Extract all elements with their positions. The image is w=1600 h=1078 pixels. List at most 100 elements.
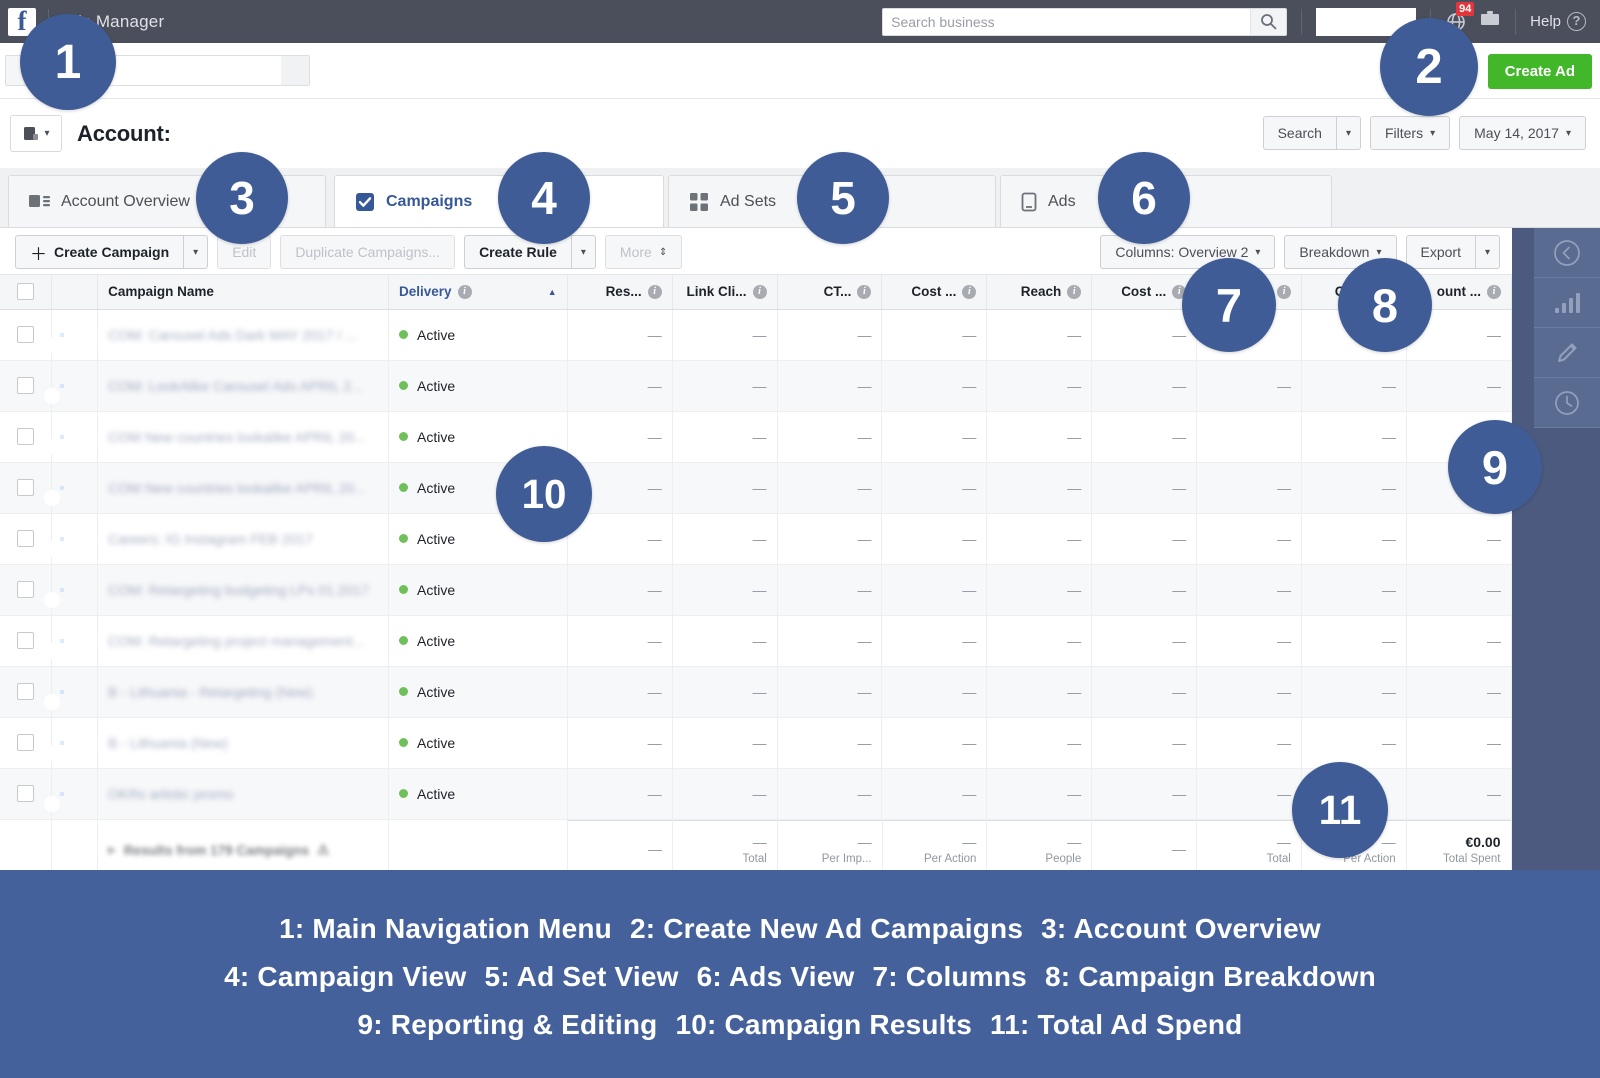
- campaigns-table-container[interactable]: Campaign Name Delivery i ▲ Res...i Link …: [0, 275, 1512, 870]
- search-input[interactable]: [883, 9, 1250, 35]
- row-checkbox-cell[interactable]: [0, 717, 52, 768]
- row-toggle-cell[interactable]: [52, 615, 98, 666]
- campaign-name-cell[interactable]: B - Lithuania (New): [98, 717, 389, 768]
- row-checkbox[interactable]: [17, 479, 34, 496]
- info-icon[interactable]: i: [1067, 285, 1081, 299]
- filters-button[interactable]: Filters ▾: [1370, 116, 1450, 150]
- table-row[interactable]: COM: Retargeting budgeting LPs 01.2017Ac…: [0, 564, 1512, 615]
- account-card-icon[interactable]: ▾: [10, 115, 62, 152]
- row-checkbox-cell[interactable]: [0, 462, 52, 513]
- campaign-name-cell[interactable]: COM: LookAlike Carousel Ads APRIL 2...: [98, 360, 389, 411]
- header-link-clicks[interactable]: Link Cli...i: [672, 275, 777, 309]
- campaign-name-cell[interactable]: Careers: IG Instagram FEB 2017: [98, 513, 389, 564]
- campaign-name-cell[interactable]: OKRs artistic promo: [98, 768, 389, 819]
- row-checkbox[interactable]: [17, 428, 34, 445]
- info-icon[interactable]: i: [648, 285, 662, 299]
- row-toggle-cell[interactable]: [52, 768, 98, 819]
- table-row[interactable]: B - Lithuania (New)Active—————————: [0, 717, 1512, 768]
- campaign-name-cell[interactable]: B - Lithuania - Retargeting (New): [98, 666, 389, 717]
- info-icon[interactable]: i: [857, 285, 871, 299]
- row-checkbox[interactable]: [17, 632, 34, 649]
- row-checkbox-cell[interactable]: [0, 309, 52, 360]
- table-row[interactable]: COM New countries lookalike APRIL 20...A…: [0, 411, 1512, 462]
- header-ctr[interactable]: CT...i: [777, 275, 882, 309]
- collapse-chevron-left-icon[interactable]: [1534, 228, 1600, 278]
- row-checkbox-cell[interactable]: [0, 411, 52, 462]
- row-checkbox[interactable]: [17, 377, 34, 394]
- business-icon[interactable]: [1479, 9, 1501, 34]
- search-split-button[interactable]: Search ▾: [1263, 116, 1361, 150]
- table-row[interactable]: Careers: IG Instagram FEB 2017Active————…: [0, 513, 1512, 564]
- search-button[interactable]: Search: [1263, 116, 1336, 150]
- info-icon[interactable]: i: [1487, 285, 1501, 299]
- search-dropdown-arrow[interactable]: ▾: [1336, 116, 1361, 150]
- table-row[interactable]: COM: Retargeting project management...Ac…: [0, 615, 1512, 666]
- metric-cell: —: [1407, 615, 1512, 666]
- row-toggle-cell[interactable]: [52, 717, 98, 768]
- row-toggle-cell[interactable]: [52, 513, 98, 564]
- row-checkbox-cell[interactable]: [0, 666, 52, 717]
- row-checkbox[interactable]: [17, 530, 34, 547]
- row-checkbox-cell[interactable]: [0, 360, 52, 411]
- campaign-name-cell[interactable]: COM New countries lookalike APRIL 20...: [98, 411, 389, 462]
- campaign-name-cell[interactable]: COM: Carousel Ads Dark MAY 2017 / ...: [98, 309, 389, 360]
- row-toggle-cell[interactable]: [52, 309, 98, 360]
- caption-item: 9: Reporting & Editing: [358, 1009, 658, 1040]
- export-dropdown-arrow[interactable]: ▾: [1475, 235, 1500, 269]
- expand-triangle-icon[interactable]: ▶: [108, 845, 116, 856]
- row-toggle-cell[interactable]: [52, 411, 98, 462]
- clock-history-icon[interactable]: [1534, 378, 1600, 428]
- row-checkbox[interactable]: [17, 785, 34, 802]
- header-reach[interactable]: Reachi: [987, 275, 1092, 309]
- campaign-name-cell[interactable]: COM: Retargeting project management...: [98, 615, 389, 666]
- row-toggle-cell[interactable]: [52, 462, 98, 513]
- header-cost-1[interactable]: Cost ... i: [882, 275, 987, 309]
- header-select-all[interactable]: [0, 275, 52, 309]
- create-campaign-dropdown-arrow[interactable]: ▾: [183, 235, 208, 269]
- row-checkbox[interactable]: [17, 734, 34, 751]
- row-toggle-cell[interactable]: [52, 564, 98, 615]
- table-row[interactable]: COM New countries lookalike APRIL 20...A…: [0, 462, 1512, 513]
- campaign-name-cell[interactable]: COM: Retargeting budgeting LPs 01.2017: [98, 564, 389, 615]
- row-checkbox-cell[interactable]: [0, 768, 52, 819]
- header-cost-2[interactable]: Cost ...i: [1092, 275, 1197, 309]
- create-campaign-split-button[interactable]: ＋ Create Campaign ▾: [15, 235, 208, 269]
- header-results[interactable]: Res...i: [567, 275, 672, 309]
- header-label: Delivery: [399, 284, 452, 299]
- create-ad-button[interactable]: Create Ad: [1488, 54, 1592, 89]
- bar-chart-icon[interactable]: [1534, 278, 1600, 328]
- info-icon[interactable]: i: [753, 285, 767, 299]
- duplicate-campaigns-button[interactable]: Duplicate Campaigns...: [280, 235, 455, 269]
- more-button[interactable]: More ⇕: [605, 235, 682, 269]
- campaign-name-cell[interactable]: COM New countries lookalike APRIL 20...: [98, 462, 389, 513]
- row-checkbox-cell[interactable]: [0, 564, 52, 615]
- info-icon[interactable]: i: [458, 285, 472, 299]
- row-checkbox[interactable]: [17, 683, 34, 700]
- create-campaign-button[interactable]: ＋ Create Campaign: [15, 235, 183, 269]
- row-checkbox-cell[interactable]: [0, 615, 52, 666]
- table-row[interactable]: COM: Carousel Ads Dark MAY 2017 / ...Act…: [0, 309, 1512, 360]
- create-rule-dropdown-arrow[interactable]: ▾: [571, 235, 596, 269]
- export-button[interactable]: Export: [1406, 235, 1475, 269]
- header-delivery[interactable]: Delivery i ▲: [389, 275, 568, 309]
- row-checkbox[interactable]: [17, 326, 34, 343]
- search-icon[interactable]: [1250, 9, 1286, 35]
- row-toggle-cell[interactable]: [52, 360, 98, 411]
- row-checkbox-cell[interactable]: [0, 513, 52, 564]
- pencil-edit-icon[interactable]: [1534, 328, 1600, 378]
- row-toggle-cell[interactable]: [52, 666, 98, 717]
- business-search[interactable]: [882, 8, 1287, 36]
- row-checkbox[interactable]: [17, 581, 34, 598]
- date-range-button[interactable]: May 14, 2017 ▾: [1459, 116, 1586, 150]
- export-split-button[interactable]: Export ▾: [1406, 235, 1501, 269]
- header-campaign-name[interactable]: Campaign Name: [98, 275, 389, 309]
- table-row[interactable]: OKRs artistic promoActive————————: [0, 768, 1512, 819]
- help-menu[interactable]: Help ?: [1530, 12, 1586, 31]
- info-icon[interactable]: i: [962, 285, 976, 299]
- table-row[interactable]: COM: LookAlike Carousel Ads APRIL 2...Ac…: [0, 360, 1512, 411]
- info-icon[interactable]: i: [1277, 285, 1291, 299]
- footer-label-cell[interactable]: ▶ Results from 179 Campaigns ⚠: [98, 819, 389, 870]
- select-all-checkbox[interactable]: [17, 283, 34, 300]
- table-row[interactable]: B - Lithuania - Retargeting (New)Active—…: [0, 666, 1512, 717]
- header-label: Cost ...: [911, 284, 956, 299]
